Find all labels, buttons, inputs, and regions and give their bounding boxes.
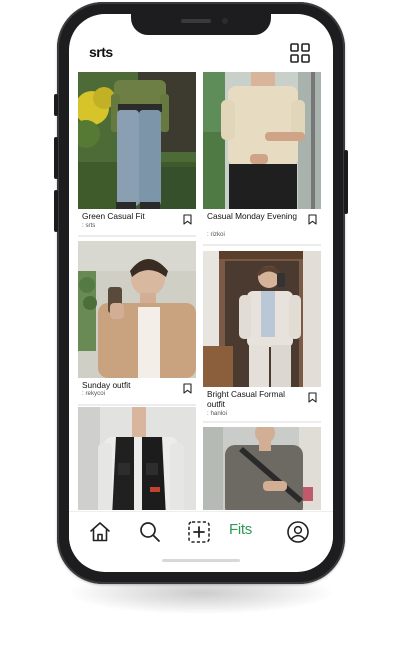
card-divider [203, 421, 321, 423]
post-photo[interactable] [78, 407, 196, 510]
post-title: Bright Casual Formal outfit [207, 389, 285, 409]
post-photo[interactable] [78, 72, 196, 209]
app-header: srts [69, 38, 333, 72]
notch [131, 14, 271, 35]
bookmark-icon[interactable] [183, 381, 192, 394]
power-button [344, 150, 348, 214]
post-card[interactable] [78, 407, 196, 510]
home-icon[interactable] [88, 520, 112, 544]
post-photo[interactable] [78, 241, 196, 378]
post-photo[interactable] [203, 72, 321, 209]
post-card[interactable]: Bright Casual Formal outfit : hanloi [203, 251, 321, 423]
profile-icon[interactable] [286, 520, 310, 544]
post-author[interactable]: : hanloi [207, 410, 227, 417]
outfit-feed[interactable]: Green Casual Fit : srts Casual Monday Ev… [69, 70, 333, 510]
post-card[interactable]: Sunday outfit : rekycoi [78, 241, 196, 406]
post-author[interactable]: : rizkoi [207, 231, 225, 238]
post-photo[interactable] [203, 251, 321, 387]
volume-down-button [54, 190, 58, 232]
mute-switch [54, 94, 58, 116]
card-divider [78, 404, 196, 406]
post-card[interactable]: Green Casual Fit : srts [78, 72, 196, 237]
post-author[interactable]: : rekycoi [82, 390, 105, 397]
search-icon[interactable] [138, 520, 162, 544]
post-title: Green Casual Fit [82, 211, 145, 221]
post-title: Casual Monday Evening [207, 211, 297, 221]
card-divider [203, 244, 321, 246]
post-photo[interactable] [203, 427, 321, 510]
post-meta: Casual Monday Evening : rizkoi [203, 209, 321, 246]
home-indicator [162, 559, 240, 562]
post-card[interactable] [203, 427, 321, 510]
bookmark-icon[interactable] [183, 212, 192, 225]
card-divider [78, 235, 196, 237]
post-meta: Green Casual Fit : srts [78, 209, 196, 236]
volume-up-button [54, 137, 58, 179]
phone-screen: srts Green Casual Fit: srts Casual Mond… [69, 14, 333, 572]
speaker-grille [181, 19, 211, 23]
bottom-tab-bar: Fits [69, 511, 333, 552]
front-camera [222, 18, 228, 24]
grid-view-icon[interactable] [289, 42, 311, 64]
app-logo[interactable]: srts [89, 44, 113, 60]
post-author[interactable]: : srts [82, 222, 95, 229]
post-meta: Sunday outfit : rekycoi [78, 378, 196, 405]
post-card[interactable]: Casual Monday Evening : rizkoi [203, 72, 321, 246]
post-meta: Bright Casual Formal outfit : hanloi [203, 387, 321, 421]
bookmark-icon[interactable] [308, 212, 317, 225]
bookmark-icon[interactable] [308, 390, 317, 403]
add-post-icon[interactable] [187, 520, 211, 544]
fits-tab[interactable]: Fits [229, 521, 252, 538]
